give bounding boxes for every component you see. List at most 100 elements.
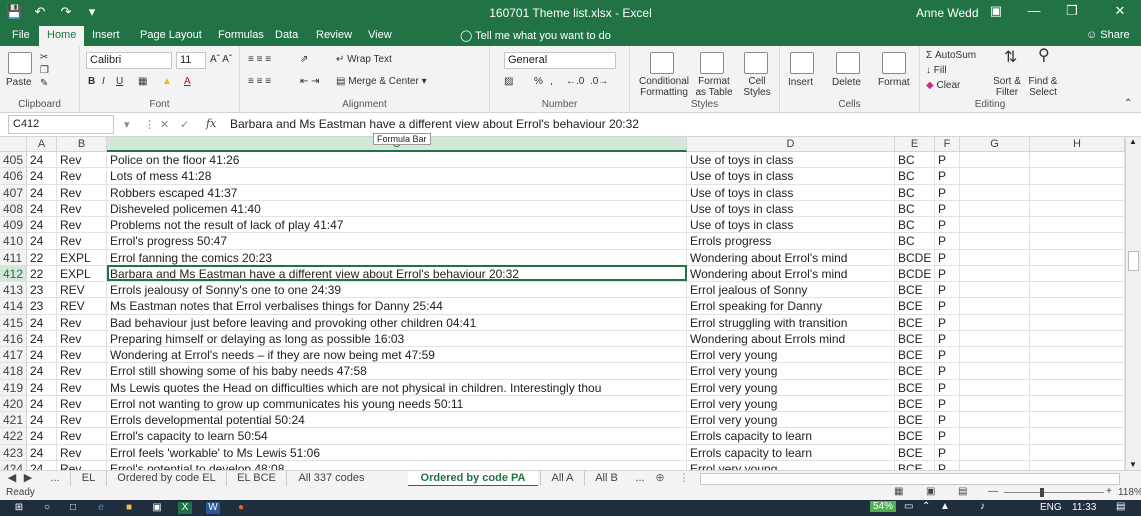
sheet-tab[interactable]: All 337 codes [286, 471, 376, 487]
column-header-e[interactable]: E [895, 137, 935, 152]
row-header[interactable]: 407 [0, 184, 27, 201]
cell-a[interactable]: 24 [27, 428, 57, 445]
cell-b[interactable]: Rev [57, 379, 107, 396]
task-view-icon[interactable]: □ [66, 502, 80, 514]
cell-b[interactable]: Rev [57, 460, 107, 470]
column-header-f[interactable]: F [935, 137, 960, 152]
cell-a[interactable]: 22 [27, 249, 57, 266]
tell-me-box[interactable]: ◯ Tell me what you want to do [460, 29, 611, 42]
font-name-select[interactable]: Calibri [86, 52, 172, 69]
tab-insert[interactable]: Insert [92, 29, 120, 41]
row-header[interactable]: 410 [0, 233, 27, 250]
horizontal-scrollbar[interactable] [700, 473, 1120, 485]
cell-e[interactable]: BC [895, 233, 935, 250]
cell-f[interactable]: P [935, 200, 960, 217]
row-header[interactable]: 408 [0, 200, 27, 217]
cell-f[interactable]: P [935, 460, 960, 470]
zoom-level[interactable]: 118% [1118, 487, 1141, 498]
cell-e[interactable]: BC [895, 168, 935, 185]
cell-d[interactable]: Errol struggling with transition [687, 314, 895, 331]
cell-h[interactable] [1030, 395, 1125, 412]
cell-g[interactable] [960, 200, 1030, 217]
number-format-select[interactable]: General [504, 52, 616, 69]
cell-d[interactable]: Use of toys in class [687, 184, 895, 201]
cell-e[interactable]: BCE [895, 363, 935, 380]
cell-c[interactable]: Problems not the result of lack of play … [107, 217, 687, 234]
cell-g[interactable] [960, 265, 1030, 282]
cell-h[interactable] [1030, 298, 1125, 315]
align-top-icon[interactable]: ≡ ≡ ≡ [248, 54, 271, 65]
cell-b[interactable]: Rev [57, 412, 107, 429]
cell-d[interactable]: Errols progress [687, 233, 895, 250]
cell-d[interactable]: Errol speaking for Danny [687, 298, 895, 315]
formula-options-icon[interactable]: ⋮ [144, 118, 155, 131]
cell-g[interactable] [960, 233, 1030, 250]
cell-h[interactable] [1030, 152, 1125, 169]
fill-color-icon[interactable]: ▲ [162, 76, 172, 87]
clear-button[interactable]: ◆ Clear [926, 80, 960, 91]
cell-g[interactable] [960, 363, 1030, 380]
cell-b[interactable]: Rev [57, 184, 107, 201]
cell-d[interactable]: Errol jealous of Sonny [687, 282, 895, 299]
cell-f[interactable]: P [935, 330, 960, 347]
cell-c[interactable]: Errol's capacity to learn 50:54 [107, 428, 687, 445]
scroll-up-icon[interactable]: ▲ [1129, 137, 1137, 146]
edge-icon[interactable]: e [94, 502, 108, 514]
cell-b[interactable]: Rev [57, 363, 107, 380]
sheet-tab-more-right[interactable]: ... [630, 471, 650, 487]
cell-b[interactable]: REV [57, 282, 107, 299]
row-header[interactable]: 421 [0, 412, 27, 429]
cell-b[interactable]: Rev [57, 314, 107, 331]
normal-view-icon[interactable]: ▦ [894, 486, 903, 497]
row-header[interactable]: 422 [0, 428, 27, 445]
cell-g[interactable] [960, 168, 1030, 185]
cell-b[interactable]: REV [57, 298, 107, 315]
cell-f[interactable]: P [935, 412, 960, 429]
cell-h[interactable] [1030, 444, 1125, 461]
cell-c[interactable]: Errol still showing some of his baby nee… [107, 363, 687, 380]
fill-button[interactable]: ↓ Fill [926, 65, 947, 76]
minimize-icon[interactable]: — [1024, 3, 1044, 18]
column-header-b[interactable]: B [57, 137, 107, 152]
sheet-tab[interactable]: All A [540, 471, 584, 487]
cell-e[interactable]: BCE [895, 379, 935, 396]
cell-c[interactable]: Robbers escaped 41:37 [107, 184, 687, 201]
cell-g[interactable] [960, 460, 1030, 470]
row-header[interactable]: 415 [0, 314, 27, 331]
scroll-down-icon[interactable]: ▼ [1129, 460, 1137, 469]
cell-h[interactable] [1030, 363, 1125, 380]
indent-icon[interactable]: ⇤ ⇥ [300, 76, 320, 87]
cell-h[interactable] [1030, 314, 1125, 331]
cell-g[interactable] [960, 379, 1030, 396]
cell-b[interactable]: Rev [57, 395, 107, 412]
tab-formulas[interactable]: Formulas [218, 29, 264, 41]
cell-a[interactable]: 24 [27, 184, 57, 201]
cell-g[interactable] [960, 249, 1030, 266]
cell-e[interactable]: BCDE [895, 265, 935, 282]
cell-styles-icon[interactable] [744, 52, 768, 74]
insert-cells-icon[interactable] [790, 52, 814, 74]
page-break-view-icon[interactable]: ▤ [958, 486, 967, 497]
cell-e[interactable]: BC [895, 152, 935, 169]
cell-b[interactable]: EXPL [57, 249, 107, 266]
cell-b[interactable]: EXPL [57, 265, 107, 282]
row-header[interactable]: 414 [0, 298, 27, 315]
cell-h[interactable] [1030, 347, 1125, 364]
cell-c[interactable]: Police on the floor 41:26 [107, 152, 687, 169]
volume-icon[interactable]: ♪ [980, 501, 985, 512]
cell-g[interactable] [960, 152, 1030, 169]
page-layout-view-icon[interactable]: ▣ [926, 486, 935, 497]
language-indicator[interactable]: ENG [1040, 502, 1062, 513]
vertical-scrollbar[interactable]: ▲ ▼ [1125, 137, 1141, 470]
cell-g[interactable] [960, 298, 1030, 315]
cancel-icon[interactable]: ✕ [160, 118, 169, 131]
close-icon[interactable]: ✕ [1110, 3, 1130, 19]
cell-d[interactable]: Errol very young [687, 347, 895, 364]
cell-g[interactable] [960, 217, 1030, 234]
row-header[interactable]: 412 [0, 265, 27, 282]
cell-a[interactable]: 24 [27, 379, 57, 396]
cell-a[interactable]: 24 [27, 412, 57, 429]
tab-view[interactable]: View [368, 29, 392, 41]
tab-splitter-icon[interactable]: ⋮ [678, 471, 690, 487]
cell-a[interactable]: 24 [27, 314, 57, 331]
